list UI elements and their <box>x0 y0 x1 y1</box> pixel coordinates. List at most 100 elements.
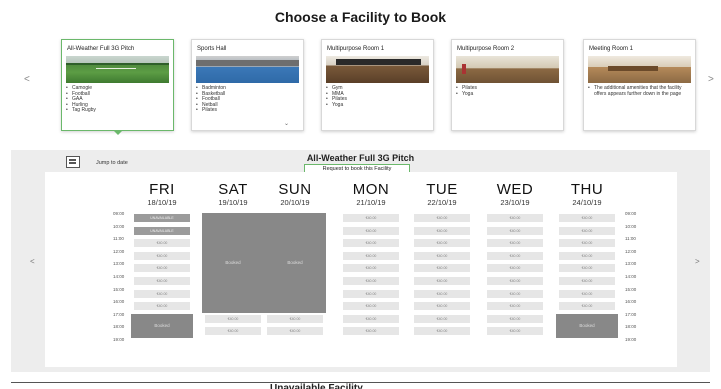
time-slot[interactable]: UNAVAILABLE <box>134 214 190 222</box>
time-slot[interactable]: €40.00 <box>559 214 615 222</box>
time-slot[interactable]: €40.00 <box>343 214 399 222</box>
day-date: 21/10/19 <box>356 198 386 207</box>
time-slot[interactable]: €40.00 <box>559 277 615 285</box>
activity-list: Camogie Football GAA Hurling Tag Rugby <box>62 83 173 114</box>
time-slot[interactable]: €40.00 <box>267 314 323 323</box>
time-slot[interactable]: €40.00 <box>414 289 470 298</box>
time-label: 18:00 <box>113 324 125 330</box>
time-slot[interactable]: €40.00 <box>134 277 190 285</box>
time-label: 11:00 <box>113 236 124 242</box>
time-slot[interactable]: €40.00 <box>487 214 543 222</box>
chevron-down-icon[interactable]: ⌄ <box>284 120 289 127</box>
time-label: 14:00 <box>113 274 125 279</box>
time-slot[interactable]: €40.00 <box>487 302 543 311</box>
time-slot[interactable]: €40.00 <box>414 264 470 273</box>
facility-card-sports-hall[interactable]: Sports Hall Badminton Basketball Footbal… <box>191 39 304 131</box>
time-slot[interactable]: €40.00 <box>343 302 399 311</box>
time-slot[interactable]: €40.00 <box>559 289 615 298</box>
facility-card-title: Meeting Room 1 <box>589 46 634 52</box>
weekly-calendar: FRI 18/10/19 SAT 19/10/19 SUN 20/10/19 MON 21/1… <box>45 172 677 367</box>
schedule-next-arrow[interactable]: > <box>695 257 700 266</box>
time-slot[interactable]: €40.00 <box>487 239 543 248</box>
list-item: Yoga <box>326 102 428 109</box>
day-name: FRI <box>149 181 175 198</box>
activity-list: The additional amenities that the facili… <box>584 83 695 97</box>
day-date: 20/10/19 <box>280 198 310 207</box>
activity-list: Badminton Basketball Football Netball Pi… <box>192 83 303 114</box>
time-slot[interactable]: €40.00 <box>414 226 470 235</box>
time-slot[interactable]: €40.00 <box>343 289 399 298</box>
time-slot[interactable]: €40.00 <box>487 264 543 273</box>
time-slot[interactable]: €40.00 <box>414 277 470 285</box>
facility-photo <box>66 56 169 83</box>
time-slot[interactable]: €40.00 <box>414 314 470 323</box>
schedule-prev-arrow[interactable]: < <box>30 257 35 266</box>
time-label: 09:00 <box>113 211 125 216</box>
facility-card-title: Sports Hall <box>197 46 227 52</box>
carousel-prev-arrow[interactable]: < <box>24 74 30 85</box>
facility-photo <box>196 56 299 83</box>
time-slot[interactable]: €40.00 <box>487 277 543 285</box>
day-date: 18/10/19 <box>147 198 177 207</box>
carousel-next-arrow[interactable]: > <box>708 74 714 85</box>
time-slot[interactable]: €40.00 <box>414 239 470 248</box>
time-slot[interactable]: €40.00 <box>343 277 399 285</box>
time-slot[interactable]: €40.00 <box>487 289 543 298</box>
time-label: 16:00 <box>113 299 125 305</box>
time-slot[interactable]: €40.00 <box>134 289 190 298</box>
list-item: Yoga <box>456 91 558 98</box>
time-slot[interactable]: €40.00 <box>559 264 615 273</box>
day-name: TUE <box>426 181 458 198</box>
time-slot[interactable]: €40.00 <box>414 214 470 222</box>
time-slot[interactable]: €40.00 <box>559 251 615 260</box>
time-slot[interactable]: €40.00 <box>343 226 399 235</box>
day-name: MON <box>352 181 390 198</box>
time-label: 15:00 <box>625 286 637 292</box>
time-slot[interactable]: €40.00 <box>134 302 190 311</box>
day-date: 22/10/19 <box>427 198 457 207</box>
facility-card-title: All-Weather Full 3G Pitch <box>67 46 135 52</box>
facility-card-multipurpose-1[interactable]: Multipurpose Room 1 Gym MMA Pilates Yoga <box>321 39 434 131</box>
time-slot[interactable]: €40.00 <box>414 327 470 336</box>
facility-card-title: Multipurpose Room 1 <box>327 46 385 52</box>
time-slot[interactable]: €40.00 <box>487 327 543 336</box>
facility-photo <box>326 56 429 83</box>
time-slot[interactable]: €40.00 <box>487 226 543 235</box>
time-slot[interactable]: €40.00 <box>414 251 470 260</box>
time-slot[interactable]: UNAVAILABLE <box>134 226 190 235</box>
facility-card-multipurpose-2[interactable]: Multipurpose Room 2 Pilates Yoga <box>451 39 564 131</box>
facility-card-title: Multipurpose Room 2 <box>457 46 515 52</box>
booking-schedule-panel: Jump to date All-Weather Full 3G Pitch R… <box>11 150 710 372</box>
facility-card-meeting-room-1[interactable]: Meeting Room 1 The additional amenities … <box>583 39 696 131</box>
time-label: 10:00 <box>625 223 637 229</box>
time-slot[interactable]: €40.00 <box>205 314 261 323</box>
time-slot[interactable]: €40.00 <box>487 314 543 323</box>
time-label: 12:00 <box>113 248 125 254</box>
page-title: Choose a Facility to Book <box>274 9 447 25</box>
time-slot[interactable]: €40.00 <box>343 264 399 273</box>
time-label: 15:00 <box>113 286 125 292</box>
time-slot[interactable]: €40.00 <box>559 226 615 235</box>
time-slot[interactable]: €40.00 <box>267 327 323 336</box>
time-label: 19:00 <box>625 337 637 342</box>
time-slot[interactable]: €40.00 <box>414 302 470 311</box>
time-slot[interactable]: €40.00 <box>559 239 615 248</box>
time-slot[interactable]: €40.00 <box>343 251 399 260</box>
time-slot[interactable]: €40.00 <box>487 251 543 260</box>
facility-card-pitch[interactable]: All-Weather Full 3G Pitch Camogie Footba… <box>61 39 174 131</box>
time-slot[interactable]: €40.00 <box>205 327 261 336</box>
time-label: 18:00 <box>625 324 637 330</box>
time-slot[interactable]: €40.00 <box>134 264 190 273</box>
time-slot[interactable]: €40.00 <box>343 327 399 336</box>
time-label: 17:00 <box>625 311 637 317</box>
time-label: 14:00 <box>625 274 637 279</box>
booked-block: Booked <box>131 313 193 338</box>
time-slot[interactable]: €40.00 <box>134 239 190 248</box>
time-label: 11:00 <box>625 236 636 242</box>
unavailable-facility-heading: Unavailable Facility <box>270 383 363 389</box>
time-slot[interactable]: €40.00 <box>343 314 399 323</box>
time-slot[interactable]: €40.00 <box>134 251 190 260</box>
time-slot[interactable]: €40.00 <box>343 239 399 248</box>
schedule-facility-title: All-Weather Full 3G Pitch <box>306 153 415 163</box>
time-slot[interactable]: €40.00 <box>559 302 615 311</box>
